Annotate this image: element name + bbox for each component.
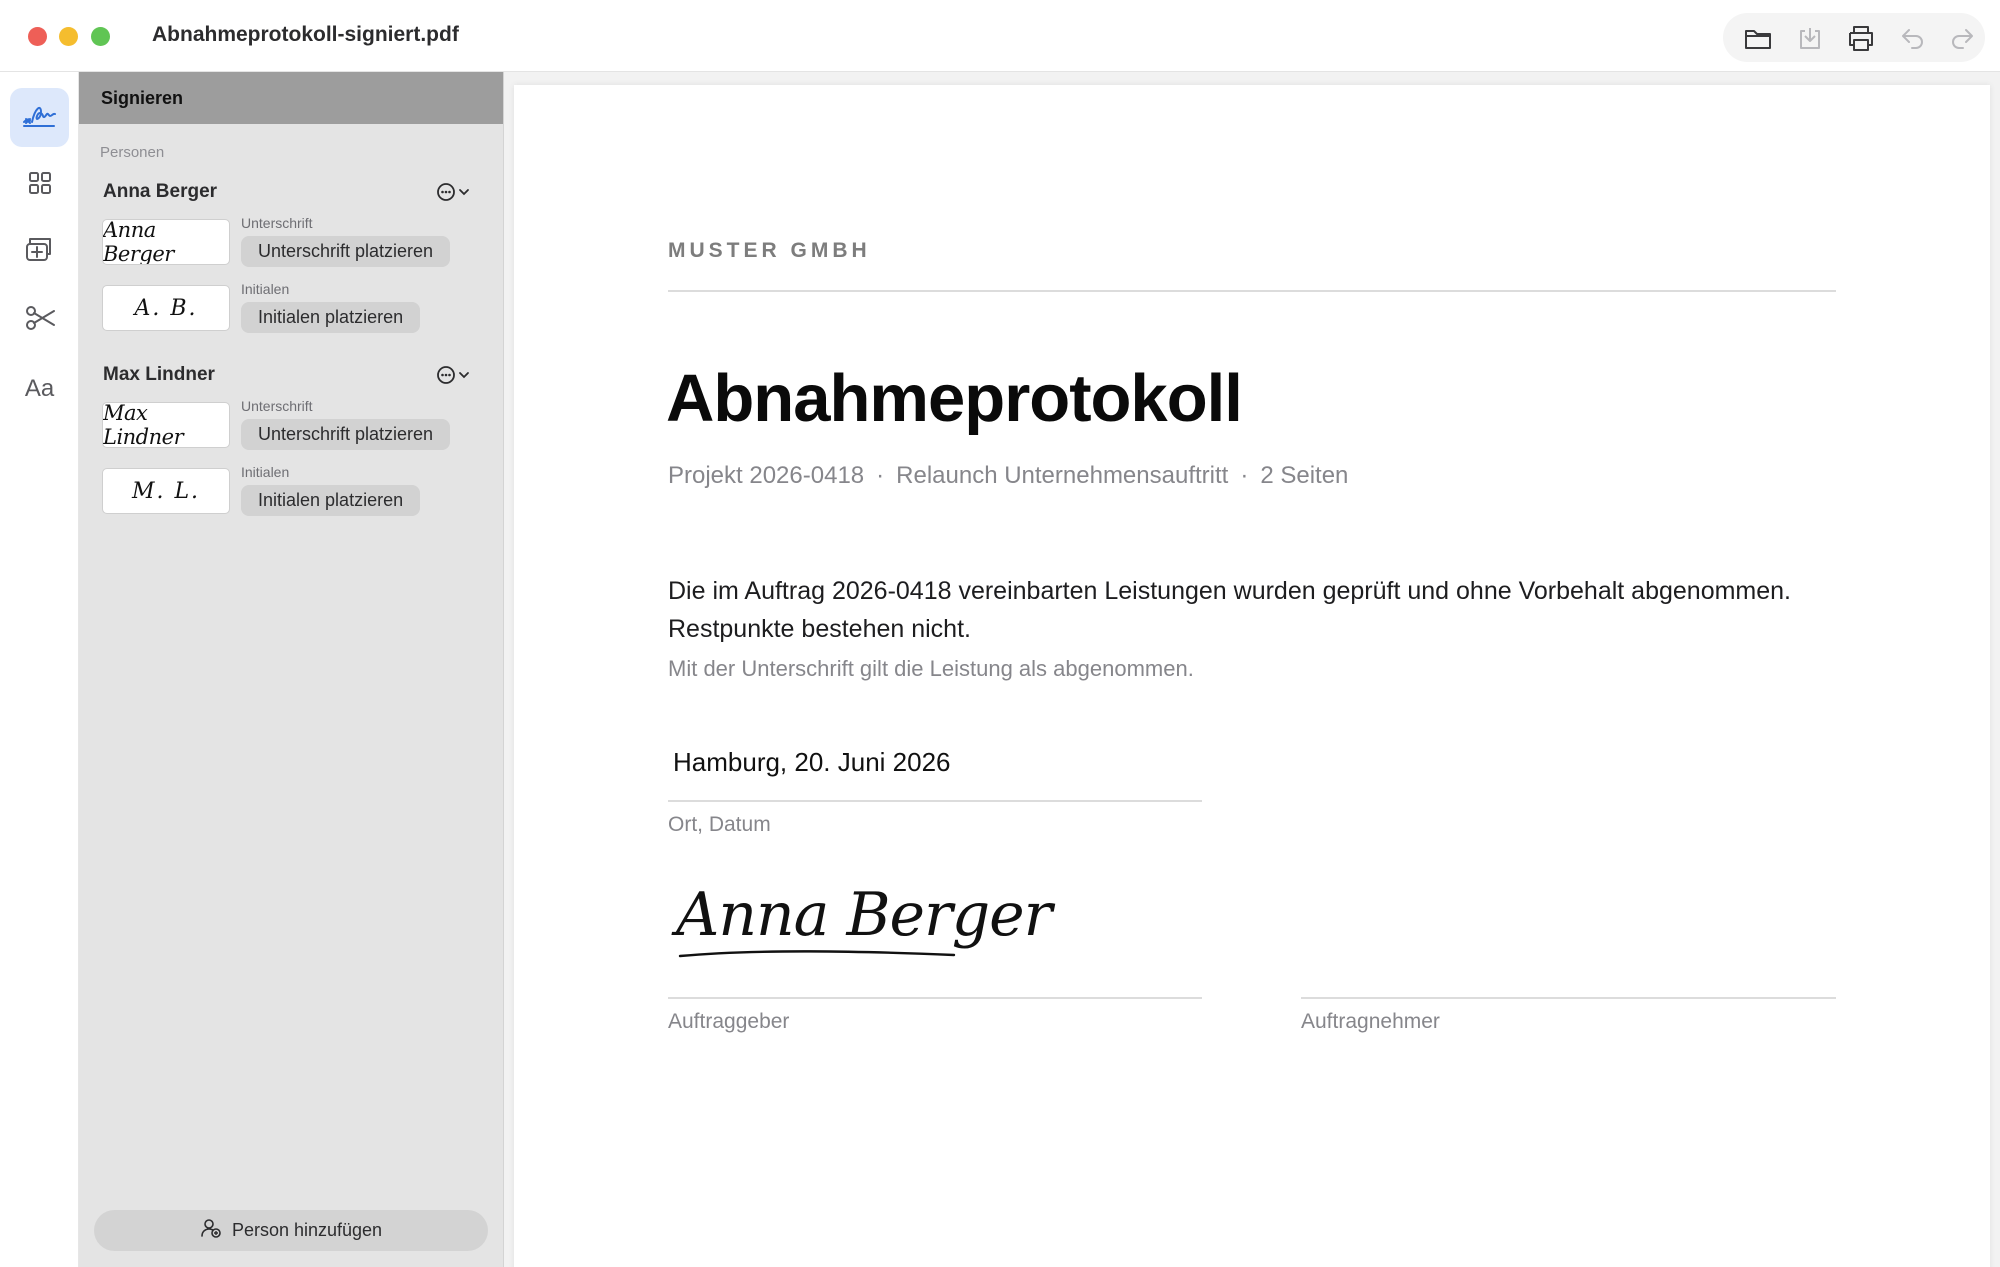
signing-sidebar: Signieren Personen Anna Berger Unterschr…: [79, 72, 504, 1267]
persons-section-label: Personen: [100, 144, 165, 161]
place-date-field[interactable]: Hamburg, 20. Juni 2026: [673, 747, 951, 778]
placed-signature[interactable]: Anna Berger: [676, 880, 1052, 950]
add-person-icon: [200, 1217, 222, 1244]
document-meta: Projekt 2026-0418 · Relaunch Unternehmensa…: [668, 462, 1348, 490]
contractor-signature-line: [1301, 997, 1836, 999]
client-label: Auftraggeber: [668, 1010, 790, 1033]
contractor-label: Auftragnehmer: [1301, 1010, 1440, 1033]
text-tool-button[interactable]: Aa: [10, 359, 69, 418]
signature-tool-button[interactable]: [10, 88, 69, 147]
thumbnails-button[interactable]: [10, 156, 69, 215]
signature-preview[interactable]: Max Lindner: [102, 402, 230, 448]
place-signature-button[interactable]: Unterschrift platzieren: [241, 236, 451, 267]
project-number: Projekt 2026-0418: [668, 462, 865, 489]
acceptance-statement: Die im Auftrag 2026-0418 vereinbarten Le…: [668, 577, 1791, 643]
print-icon[interactable]: [1846, 23, 1876, 53]
person-options-button[interactable]: [436, 364, 474, 386]
document-title: Abnahmeprotokoll: [666, 361, 1243, 436]
initials-label: Initialen: [241, 464, 290, 480]
document-page[interactable]: MUSTER GMBH Abnahmeprotokoll Projekt 202…: [514, 85, 1990, 1267]
toolbar: [1723, 13, 1985, 62]
grid-icon: [28, 171, 52, 200]
place-date-line: [668, 800, 1202, 802]
insert-page-button[interactable]: [10, 223, 69, 282]
place-initials-button[interactable]: Initialen platzieren: [241, 485, 421, 516]
initials-preview[interactable]: M. L.: [102, 468, 230, 514]
signature-icon: [22, 100, 58, 135]
close-window-button[interactable]: [28, 27, 47, 46]
signature-label: Unterschrift: [241, 215, 313, 231]
place-date-label: Ort, Datum: [668, 813, 771, 836]
meta-separator: ·: [1240, 462, 1249, 489]
panel-header: Signieren: [79, 72, 503, 124]
place-initials-button[interactable]: Initialen platzieren: [241, 302, 421, 333]
title-bar: Abnahmeprotokoll-signiert.pdf: [0, 0, 2000, 72]
window-title: Abnahmeprotokoll-signiert.pdf: [152, 23, 459, 46]
place-signature-button[interactable]: Unterschrift platzieren: [241, 419, 451, 450]
acceptance-note: Mit der Unterschrift gilt die Leistung a…: [668, 656, 1194, 681]
text-format-icon: Aa: [24, 374, 55, 402]
scissors-icon: [24, 304, 56, 337]
zoom-window-button[interactable]: [91, 27, 110, 46]
download-icon[interactable]: [1795, 23, 1825, 53]
tool-rail: Aa: [0, 72, 79, 1267]
person-options-button[interactable]: [436, 181, 474, 203]
minimize-window-button[interactable]: [59, 27, 78, 46]
person-name: Anna Berger: [103, 181, 218, 202]
company-name: MUSTER GMBH: [668, 239, 871, 262]
header-divider: [668, 290, 1836, 292]
add-page-icon: [25, 236, 55, 269]
redo-icon[interactable]: [1947, 23, 1977, 53]
client-signature-line: [668, 997, 1202, 999]
signature-preview[interactable]: Anna Berger: [102, 219, 230, 265]
add-person-label: Person hinzufügen: [231, 1220, 383, 1240]
person-name: Max Lindner: [103, 364, 215, 385]
add-person-button[interactable]: Person hinzufügen: [94, 1210, 488, 1251]
meta-separator: ·: [876, 462, 885, 489]
signature-label: Unterschrift: [241, 398, 313, 414]
initials-preview[interactable]: A. B.: [102, 285, 230, 331]
cut-tool-button[interactable]: [10, 291, 69, 350]
folder-icon[interactable]: [1743, 23, 1773, 53]
undo-icon[interactable]: [1898, 23, 1928, 53]
signature-underline: [678, 950, 956, 958]
initials-label: Initialen: [241, 281, 290, 297]
document-canvas[interactable]: MUSTER GMBH Abnahmeprotokoll Projekt 202…: [504, 72, 2000, 1267]
page-count: 2 Seiten: [1260, 462, 1349, 489]
project-subject: Relaunch Unternehmensauftritt: [896, 462, 1229, 489]
